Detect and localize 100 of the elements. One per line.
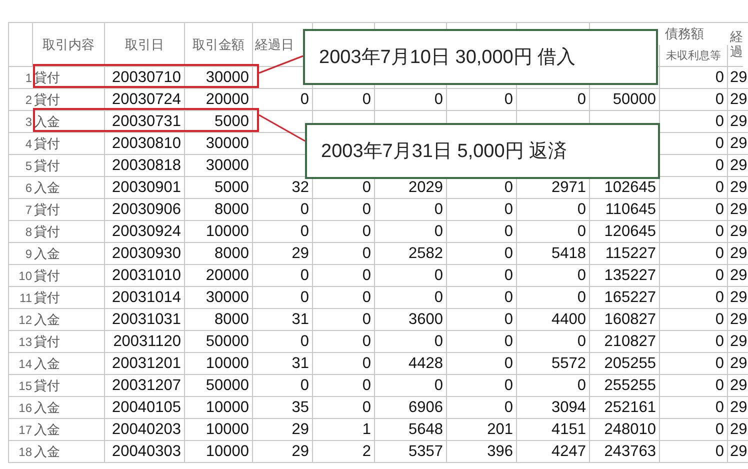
table-cell: 29 — [728, 67, 748, 89]
table-cell: 貸付 — [33, 221, 105, 243]
table-cell: 20031201 — [105, 353, 185, 375]
table-cell: 0 — [313, 221, 375, 243]
leader-line — [258, 114, 306, 142]
column-header: 取引内容 — [33, 23, 105, 67]
table-cell: 30000 — [185, 287, 253, 309]
row-number: 15 — [8, 375, 33, 397]
table-cell: 31 — [253, 309, 313, 331]
table-cell: 0 — [660, 265, 728, 287]
row-number: 18 — [8, 441, 33, 463]
table-cell: 0 — [660, 89, 728, 111]
table-cell: 6906 — [375, 397, 447, 419]
row-number: 10 — [8, 265, 33, 287]
table-cell: 20030731 — [105, 111, 185, 133]
table-cell: 0 — [660, 375, 728, 397]
table-cell: 29 — [728, 309, 748, 331]
table-cell: 255255 — [590, 375, 660, 397]
table-cell: 160827 — [590, 309, 660, 331]
table-cell: 0 — [313, 287, 375, 309]
table-cell: 入金 — [33, 309, 105, 331]
table-cell: 5000 — [185, 111, 253, 133]
table-cell: 0 — [447, 287, 517, 309]
row-number: 4 — [8, 133, 33, 155]
table-cell: 10000 — [185, 441, 253, 463]
table-cell: 252161 — [590, 397, 660, 419]
table-cell: 29 — [728, 331, 748, 353]
table-cell: 396 — [447, 441, 517, 463]
table-cell: 29 — [728, 221, 748, 243]
table-cell: 0 — [447, 353, 517, 375]
table-cell: 248010 — [590, 419, 660, 441]
table-cell: 50000 — [185, 331, 253, 353]
table-cell: 30000 — [185, 133, 253, 155]
table-cell: 20031120 — [105, 331, 185, 353]
row-number: 12 — [8, 309, 33, 331]
table-cell: 0 — [660, 397, 728, 419]
table-cell: 4151 — [517, 419, 590, 441]
table-cell: 0 — [660, 67, 728, 89]
table-cell: 29 — [253, 243, 313, 265]
table-cell: 0 — [660, 287, 728, 309]
table-cell: 5000 — [185, 177, 253, 199]
table-cell: 50000 — [185, 375, 253, 397]
table-cell: 0 — [375, 375, 447, 397]
table-cell: 205255 — [590, 353, 660, 375]
table-cell: 0 — [447, 375, 517, 397]
table-cell: 20000 — [185, 265, 253, 287]
table-cell: 210827 — [590, 331, 660, 353]
table-cell: 0 — [253, 199, 313, 221]
table-cell: 20000 — [185, 89, 253, 111]
table-cell: 貸付 — [33, 375, 105, 397]
callout: 2003年7月10日 30,000円 借入 — [303, 29, 658, 85]
table-cell: 貸付 — [33, 67, 105, 89]
table-cell: 0 — [253, 89, 313, 111]
table-cell: 20031014 — [105, 287, 185, 309]
table-cell: 29 — [728, 243, 748, 265]
table-cell: 0 — [517, 375, 590, 397]
table-cell: 0 — [313, 89, 375, 111]
table-cell: 10000 — [185, 221, 253, 243]
table-cell: 29 — [728, 397, 748, 419]
table-cell: 0 — [253, 375, 313, 397]
table-cell: 29 — [728, 265, 748, 287]
table-cell: 入金 — [33, 397, 105, 419]
table-cell: 貸付 — [33, 155, 105, 177]
table-cell: 貸付 — [33, 199, 105, 221]
table-cell: 0 — [313, 331, 375, 353]
table-cell: 29 — [728, 199, 748, 221]
table-cell: 0 — [660, 353, 728, 375]
table-cell: 20030710 — [105, 67, 185, 89]
table-cell: 0 — [313, 353, 375, 375]
table-cell: 入金 — [33, 353, 105, 375]
table-cell: 20030906 — [105, 199, 185, 221]
table-cell: 4428 — [375, 353, 447, 375]
table-cell: 0 — [313, 243, 375, 265]
table-cell: 120645 — [590, 221, 660, 243]
row-number: 16 — [8, 397, 33, 419]
table-cell: 貸付 — [33, 331, 105, 353]
table-cell: 0 — [517, 265, 590, 287]
table-cell: 30000 — [185, 67, 253, 89]
table-cell: 0 — [447, 243, 517, 265]
table-cell: 5648 — [375, 419, 447, 441]
table-cell: 20031031 — [105, 309, 185, 331]
table-cell: 0 — [447, 89, 517, 111]
table-cell: 29 — [253, 419, 313, 441]
row-number: 1 — [8, 67, 33, 89]
table-cell: 0 — [375, 199, 447, 221]
table-cell: 110645 — [590, 199, 660, 221]
table-cell: 貸付 — [33, 89, 105, 111]
table-cell: 135227 — [590, 265, 660, 287]
table-cell: 10000 — [185, 397, 253, 419]
table-cell: 0 — [660, 309, 728, 331]
table-cell: 0 — [447, 221, 517, 243]
table-cell: 0 — [313, 265, 375, 287]
row-number: 7 — [8, 199, 33, 221]
row-number: 14 — [8, 353, 33, 375]
table-cell: 0 — [660, 177, 728, 199]
table-cell: 0 — [660, 221, 728, 243]
row-number: 8 — [8, 221, 33, 243]
table-cell: 0 — [447, 309, 517, 331]
table-cell: 10000 — [185, 353, 253, 375]
table-cell: 0 — [447, 397, 517, 419]
